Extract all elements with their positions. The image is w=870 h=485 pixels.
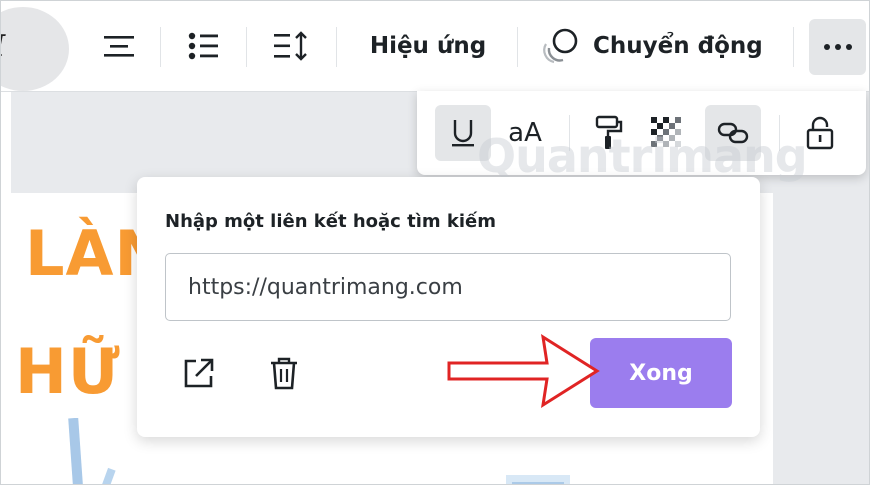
italic-icon: I (1, 29, 5, 64)
animate-icon (543, 28, 578, 64)
done-button[interactable]: Xong (590, 338, 732, 408)
link-panel-label: Nhập một liên kết hoặc tìm kiếm (165, 211, 497, 232)
more-dots-icon (834, 44, 841, 50)
more-dots-icon (823, 44, 830, 50)
paper-illustration (506, 475, 570, 484)
italic-button[interactable]: I (1, 7, 69, 91)
open-link-button[interactable] (179, 353, 219, 393)
more-options-button[interactable] (809, 19, 866, 75)
toolbar-divider (793, 27, 794, 67)
toolbar-divider (246, 27, 247, 67)
align-center-icon (104, 36, 134, 57)
animate-label: Chuyển động (593, 33, 763, 59)
effects-button[interactable]: Hiệu ứng (359, 18, 497, 74)
spacing-button[interactable] (267, 18, 317, 74)
annotation-arrow-icon (447, 333, 600, 409)
top-toolbar: I (1, 1, 869, 92)
animate-button[interactable]: Chuyển động (541, 18, 767, 74)
trash-icon (271, 357, 297, 390)
watermark-logo: Quantrimang (477, 129, 808, 183)
unlock-icon (806, 116, 834, 150)
link-url-input[interactable] (165, 253, 731, 321)
external-link-icon (184, 358, 214, 388)
pencil-illustration (68, 418, 116, 484)
text-align-button[interactable] (95, 18, 143, 74)
remove-link-button[interactable] (264, 353, 304, 393)
list-button[interactable] (179, 18, 227, 74)
bullet-list-icon (188, 32, 218, 60)
effects-label: Hiệu ứng (369, 33, 487, 59)
toolbar-divider (160, 27, 161, 67)
underline-icon (452, 120, 474, 147)
toolbar-divider (517, 27, 518, 67)
toolbar-divider (336, 27, 337, 67)
more-dots-icon (845, 44, 852, 50)
editor-window: LÀN HỮ T I (0, 0, 870, 485)
line-spacing-icon (274, 31, 307, 61)
